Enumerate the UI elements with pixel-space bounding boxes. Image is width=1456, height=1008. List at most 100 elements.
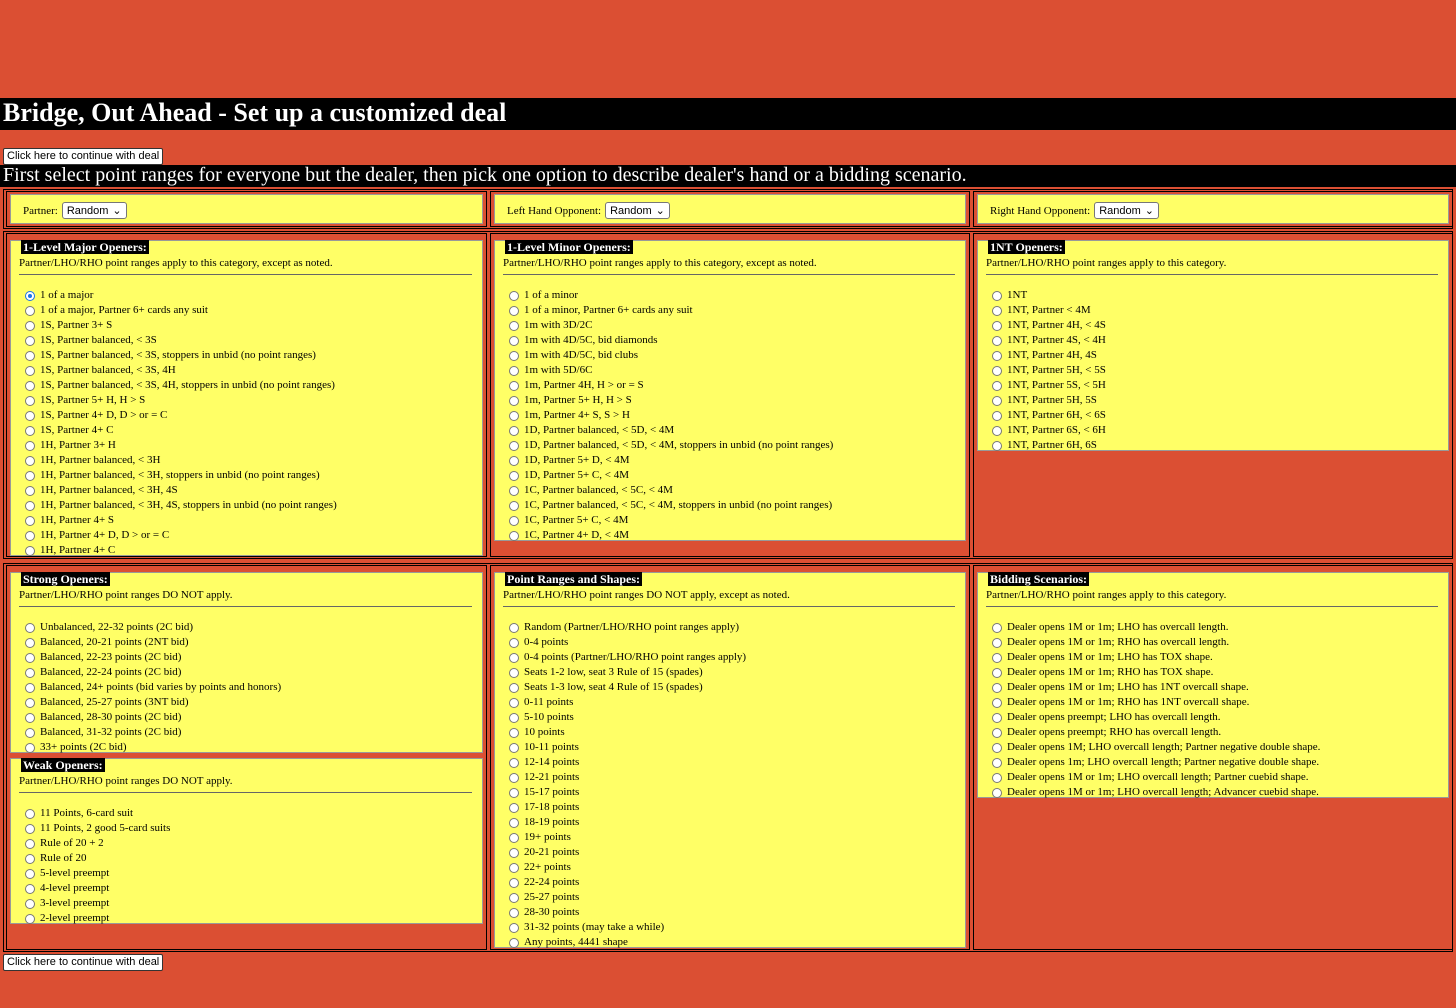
radio-option[interactable]: 1NT, Partner 4H, < 4S — [992, 318, 1106, 333]
radio-option[interactable]: Dealer opens preempt; RHO has overcall l… — [992, 725, 1320, 740]
radio-button[interactable] — [992, 350, 1002, 361]
radio-button[interactable] — [509, 802, 519, 813]
radio-option[interactable]: 1C, Partner balanced, < 5C, < 4M — [509, 483, 833, 498]
radio-option[interactable]: Random (Partner/LHO/RHO point ranges app… — [509, 620, 746, 635]
radio-option[interactable]: 1NT, Partner 5S, < 5H — [992, 378, 1106, 393]
radio-button[interactable] — [25, 410, 35, 421]
radio-option[interactable]: 12-14 points — [509, 755, 746, 770]
radio-button[interactable] — [992, 440, 1002, 451]
radio-button[interactable] — [992, 365, 1002, 376]
radio-option[interactable]: Dealer opens 1m; LHO overcall length; Pa… — [992, 755, 1320, 770]
radio-button[interactable] — [25, 470, 35, 481]
rho-select[interactable]: Random ⌄ — [1094, 202, 1160, 219]
radio-option[interactable]: 12-21 points — [509, 770, 746, 785]
radio-option[interactable]: 20-21 points — [509, 845, 746, 860]
radio-option[interactable]: 1m with 4D/5C, bid diamonds — [509, 333, 833, 348]
radio-option[interactable]: 3-level preempt — [25, 896, 170, 911]
radio-button[interactable] — [509, 485, 519, 496]
radio-button[interactable] — [25, 485, 35, 496]
radio-button[interactable] — [992, 682, 1002, 693]
radio-button[interactable] — [509, 877, 519, 888]
radio-option[interactable]: 19+ points — [509, 830, 746, 845]
radio-option[interactable]: 1S, Partner balanced, < 3S, 4H — [25, 363, 337, 378]
radio-button[interactable] — [509, 757, 519, 768]
radio-button[interactable] — [509, 515, 519, 526]
radio-button[interactable] — [25, 697, 35, 708]
radio-button[interactable] — [25, 808, 35, 819]
radio-button[interactable] — [992, 380, 1002, 391]
radio-button[interactable] — [509, 907, 519, 918]
radio-button[interactable] — [25, 637, 35, 648]
radio-button[interactable] — [509, 350, 519, 361]
radio-button[interactable] — [25, 515, 35, 526]
radio-option[interactable]: 28-30 points — [509, 905, 746, 920]
radio-button[interactable] — [509, 470, 519, 481]
radio-button[interactable] — [992, 712, 1002, 723]
radio-option[interactable]: 1S, Partner 4+ C — [25, 423, 337, 438]
radio-option[interactable]: Dealer opens 1M or 1m; LHO overcall leng… — [992, 770, 1320, 785]
radio-option[interactable]: 1S, Partner balanced, < 3S, stoppers in … — [25, 348, 337, 363]
radio-button[interactable] — [25, 290, 35, 301]
radio-option[interactable]: 2-level preempt — [25, 911, 170, 926]
radio-button[interactable] — [992, 652, 1002, 663]
radio-button[interactable] — [509, 862, 519, 873]
radio-option[interactable]: 1S, Partner balanced, < 3S, 4H, stoppers… — [25, 378, 337, 393]
radio-option[interactable]: 5-level preempt — [25, 866, 170, 881]
radio-button[interactable] — [509, 817, 519, 828]
radio-option[interactable]: 33+ points (2C bid) — [25, 740, 281, 755]
radio-button[interactable] — [992, 772, 1002, 783]
radio-option[interactable]: Dealer opens 1M; LHO overcall length; Pa… — [992, 740, 1320, 755]
radio-option[interactable]: Dealer opens 1M or 1m; RHO has 1NT overc… — [992, 695, 1320, 710]
radio-button[interactable] — [25, 883, 35, 894]
partner-select[interactable]: Random ⌄ — [61, 202, 127, 219]
radio-option[interactable]: Balanced, 25-27 points (3NT bid) — [25, 695, 281, 710]
radio-button[interactable] — [992, 395, 1002, 406]
radio-option[interactable]: 1NT, Partner 5H, 5S — [992, 393, 1106, 408]
radio-option[interactable]: Balanced, 20-21 points (2NT bid) — [25, 635, 281, 650]
radio-button[interactable] — [509, 697, 519, 708]
radio-button[interactable] — [992, 290, 1002, 301]
radio-option[interactable]: 1H, Partner 3+ H — [25, 438, 337, 453]
radio-option[interactable]: Dealer opens 1M or 1m; RHO has overcall … — [992, 635, 1320, 650]
radio-button[interactable] — [25, 823, 35, 834]
radio-option[interactable]: 1S, Partner 5+ H, H > S — [25, 393, 337, 408]
radio-option[interactable]: Dealer opens 1M or 1m; RHO has TOX shape… — [992, 665, 1320, 680]
radio-button[interactable] — [509, 425, 519, 436]
radio-option[interactable]: 10 points — [509, 725, 746, 740]
radio-button[interactable] — [25, 667, 35, 678]
radio-button[interactable] — [992, 637, 1002, 648]
radio-button[interactable] — [992, 410, 1002, 421]
radio-button[interactable] — [25, 913, 35, 924]
radio-button[interactable] — [25, 425, 35, 436]
radio-option[interactable]: Balanced, 24+ points (bid varies by poin… — [25, 680, 281, 695]
radio-button[interactable] — [992, 697, 1002, 708]
radio-option[interactable]: 1NT, Partner 6S, < 6H — [992, 423, 1106, 438]
radio-option[interactable]: 1m, Partner 5+ H, H > S — [509, 393, 833, 408]
radio-option[interactable]: 1H, Partner balanced, < 3H — [25, 453, 337, 468]
radio-button[interactable] — [509, 727, 519, 738]
radio-button[interactable] — [25, 380, 35, 391]
radio-option[interactable]: 1 of a minor, Partner 6+ cards any suit — [509, 303, 833, 318]
radio-button[interactable] — [509, 742, 519, 753]
radio-option[interactable]: 1 of a minor — [509, 288, 833, 303]
radio-button[interactable] — [992, 787, 1002, 798]
radio-option[interactable]: 1NT, Partner 4H, 4S — [992, 348, 1106, 363]
radio-option[interactable]: 1H, Partner 4+ S — [25, 513, 337, 528]
continue-button-top[interactable]: Click here to continue with deal — [3, 148, 164, 165]
radio-option[interactable]: 1m, Partner 4+ S, S > H — [509, 408, 833, 423]
radio-button[interactable] — [509, 712, 519, 723]
continue-button-bottom[interactable]: Click here to continue with deal — [3, 954, 164, 971]
radio-option[interactable]: 1S, Partner 4+ D, D > or = C — [25, 408, 337, 423]
radio-button[interactable] — [25, 652, 35, 663]
radio-button[interactable] — [509, 335, 519, 346]
radio-option[interactable]: 25-27 points — [509, 890, 746, 905]
radio-option[interactable]: 0-4 points (Partner/LHO/RHO point ranges… — [509, 650, 746, 665]
radio-option[interactable]: 1NT, Partner 6H, 6S — [992, 438, 1106, 453]
radio-option[interactable]: Dealer opens 1M or 1m; LHO has 1NT overc… — [992, 680, 1320, 695]
radio-button[interactable] — [509, 937, 519, 948]
radio-button[interactable] — [25, 395, 35, 406]
radio-option[interactable]: 1m with 3D/2C — [509, 318, 833, 333]
radio-option[interactable]: 1H, Partner balanced, < 3H, 4S, stoppers… — [25, 498, 337, 513]
radio-button[interactable] — [992, 742, 1002, 753]
radio-button[interactable] — [992, 622, 1002, 633]
